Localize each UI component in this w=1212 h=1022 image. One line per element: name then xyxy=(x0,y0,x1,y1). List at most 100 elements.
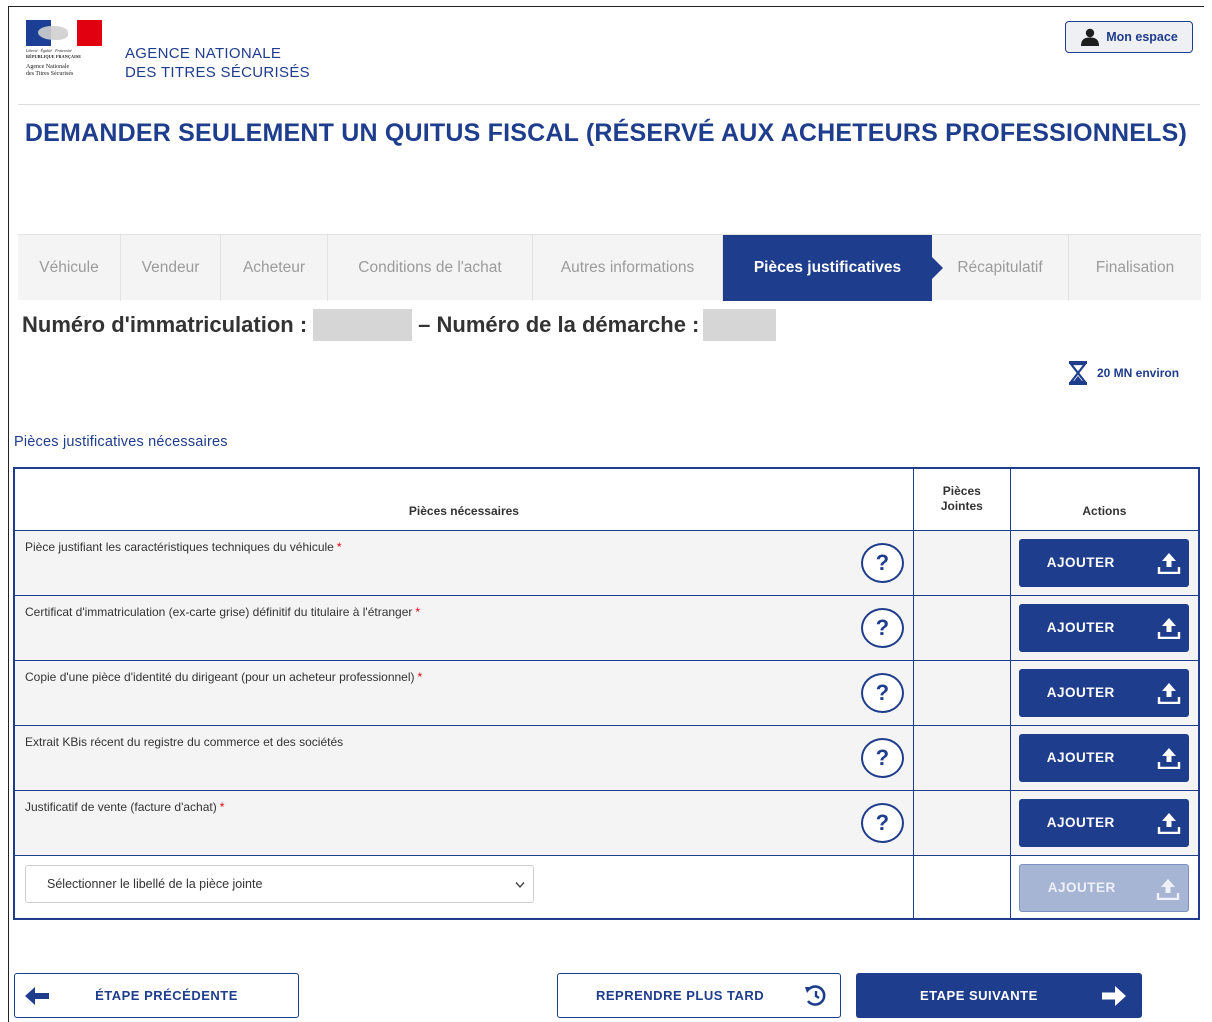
duration-text: 20 MN environ xyxy=(1097,366,1180,380)
question-icon: ? xyxy=(875,809,890,835)
actions-cell: AJOUTER xyxy=(1009,529,1200,596)
required-mark: * xyxy=(336,539,342,554)
ajouter-button[interactable]: AJOUTER xyxy=(1018,538,1189,587)
col-header-jointes: Pièces Jointes xyxy=(912,467,1011,531)
help-button[interactable]: ? xyxy=(860,672,904,713)
resume-later-icon xyxy=(805,985,826,1006)
pieces-jointes-cell xyxy=(912,854,1011,920)
pieces-table: Pièces nécessaires Pièces Jointes Action… xyxy=(13,467,1200,920)
col-header-actions: Actions xyxy=(1009,467,1200,531)
col-header-pieces: Pièces nécessaires xyxy=(13,467,914,531)
table-row: Justificatif de vente (facture d'achat) *… xyxy=(13,789,1200,856)
tab-label: Véhicule xyxy=(39,259,99,276)
required-mark: * xyxy=(415,604,421,619)
piece-cell: Extrait KBis récent du registre du comme… xyxy=(13,724,914,791)
agency-name: AGENCE NATIONALE DES TITRES SÉCURISÉS xyxy=(125,44,310,82)
etape-suivante-button[interactable]: ETAPE SUIVANTE xyxy=(856,973,1142,1018)
question-icon: ? xyxy=(875,614,890,640)
tab-vehicule[interactable]: Véhicule xyxy=(18,235,121,301)
actions-cell: AJOUTER xyxy=(1009,724,1200,791)
republique-francaise-logo[interactable]: Liberté · Égalité · Fraternité RÉPUBLIQU… xyxy=(26,20,102,92)
chevron-down-icon xyxy=(515,881,525,888)
tab-conditions-achat[interactable]: Conditions de l'achat xyxy=(328,235,533,301)
tab-label: Vendeur xyxy=(141,259,200,276)
agency-line-2: DES TITRES SÉCURISÉS xyxy=(125,64,310,81)
ajouter-button[interactable]: AJOUTER xyxy=(1018,668,1189,717)
tab-label: Acheteur xyxy=(242,259,306,276)
pieces-jointes-cell xyxy=(912,659,1011,726)
header-divider xyxy=(18,104,1200,105)
ajouter-button[interactable]: AJOUTER xyxy=(1018,798,1189,847)
etape-precedente-label: ÉTAPE PRÉCÉDENTE xyxy=(95,988,238,1003)
mon-espace-label: Mon espace xyxy=(1106,30,1178,44)
upload-icon xyxy=(1156,878,1179,900)
arrow-left-icon xyxy=(25,987,49,1005)
upload-icon xyxy=(1157,747,1180,769)
tab-acheteur[interactable]: Acheteur xyxy=(221,235,328,301)
piece-label-text: Justificatif de vente (facture d'achat) xyxy=(25,799,217,814)
tab-label: Finalisation xyxy=(1095,259,1175,276)
ajouter-label: AJOUTER xyxy=(1046,815,1115,830)
piece-cell: Pièce justifiant les caractéristiques te… xyxy=(13,529,914,596)
piece-cell: Justificatif de vente (facture d'achat) *… xyxy=(13,789,914,856)
piece-cell: Certificat d'immatriculation (ex-carte g… xyxy=(13,594,914,661)
demarche-redacted xyxy=(703,309,777,341)
ajouter-button-disabled[interactable]: AJOUTER xyxy=(1018,863,1189,912)
etape-precedente-button[interactable]: ÉTAPE PRÉCÉDENTE xyxy=(14,973,299,1018)
actions-cell: AJOUTER xyxy=(1009,594,1200,661)
table-row: Certificat d'immatriculation (ex-carte g… xyxy=(13,594,1200,661)
piece-label: Extrait KBis récent du registre du comme… xyxy=(25,735,343,749)
tab-finalisation[interactable]: Finalisation xyxy=(1069,235,1201,301)
table-row: Pièce justifiant les caractéristiques te… xyxy=(13,529,1200,596)
ajouter-button[interactable]: AJOUTER xyxy=(1018,733,1189,782)
tab-label: Conditions de l'achat xyxy=(358,259,502,276)
table-row-select: Sélectionner le libellé de la pièce join… xyxy=(13,854,1200,920)
col-header-jointes-2: Jointes xyxy=(940,499,983,514)
step-tabs: Véhicule Vendeur Acheteur Conditions de … xyxy=(18,234,1201,301)
piece-type-select[interactable]: Sélectionner le libellé de la pièce join… xyxy=(25,864,534,903)
ajouter-label: AJOUTER xyxy=(1046,750,1115,765)
upload-icon xyxy=(1157,552,1180,574)
duration-estimate: 20 MN environ xyxy=(1067,360,1179,386)
table-header-row: Pièces nécessaires Pièces Jointes Action… xyxy=(13,467,1200,531)
tab-pieces-justificatives[interactable]: Pièces justificatives xyxy=(723,235,943,301)
piece-select-cell: Sélectionner le libellé de la pièce join… xyxy=(13,854,914,920)
help-button[interactable]: ? xyxy=(860,542,904,583)
piece-label: Justificatif de vente (facture d'achat) * xyxy=(25,800,224,814)
piece-label-text: Certificat d'immatriculation (ex-carte g… xyxy=(25,604,413,619)
logo-republique: RÉPUBLIQUE FRANÇAISE xyxy=(26,54,82,59)
tab-label: Pièces justificatives xyxy=(753,259,902,276)
piece-label-text: Pièce justifiant les caractéristiques te… xyxy=(25,539,334,554)
pieces-jointes-cell xyxy=(912,724,1011,791)
ajouter-label: AJOUTER xyxy=(1046,555,1115,570)
agency-line-1: AGENCE NATIONALE xyxy=(125,45,282,62)
ajouter-button[interactable]: AJOUTER xyxy=(1018,603,1189,652)
tab-recapitulatif[interactable]: Récapitulatif xyxy=(932,235,1069,301)
arrow-right-icon xyxy=(1102,986,1126,1006)
tab-autres-informations[interactable]: Autres informations xyxy=(533,235,723,301)
help-button[interactable]: ? xyxy=(860,802,904,843)
help-button[interactable]: ? xyxy=(860,607,904,648)
select-placeholder: Sélectionner le libellé de la pièce join… xyxy=(47,876,263,891)
logo-motto: Liberté · Égalité · Fraternité xyxy=(26,48,72,53)
required-mark: * xyxy=(219,799,225,814)
piece-label-text: Extrait KBis récent du registre du comme… xyxy=(25,734,344,749)
upload-icon xyxy=(1157,682,1180,704)
tab-label: Récapitulatif xyxy=(957,259,1043,276)
pieces-jointes-cell xyxy=(912,529,1011,596)
required-mark: * xyxy=(417,669,423,684)
question-icon: ? xyxy=(875,744,890,770)
immatriculation-label: Numéro d'immatriculation : xyxy=(22,312,308,337)
mon-espace-button[interactable]: Mon espace xyxy=(1065,21,1193,53)
user-icon xyxy=(1081,28,1100,46)
tab-label: Autres informations xyxy=(560,259,695,276)
tab-vendeur[interactable]: Vendeur xyxy=(121,235,221,301)
piece-label: Pièce justifiant les caractéristiques te… xyxy=(25,540,342,554)
demarche-label: – Numéro de la démarche : xyxy=(418,312,700,337)
actions-cell: AJOUTER xyxy=(1009,659,1200,726)
col-header-jointes-1: Pièces xyxy=(942,484,981,499)
reprendre-plus-tard-button[interactable]: REPRENDRE PLUS TARD xyxy=(557,973,841,1018)
table-row: Copie d'une pièce d'identité du dirigean… xyxy=(13,659,1200,726)
question-icon: ? xyxy=(875,679,890,705)
help-button[interactable]: ? xyxy=(860,737,904,778)
